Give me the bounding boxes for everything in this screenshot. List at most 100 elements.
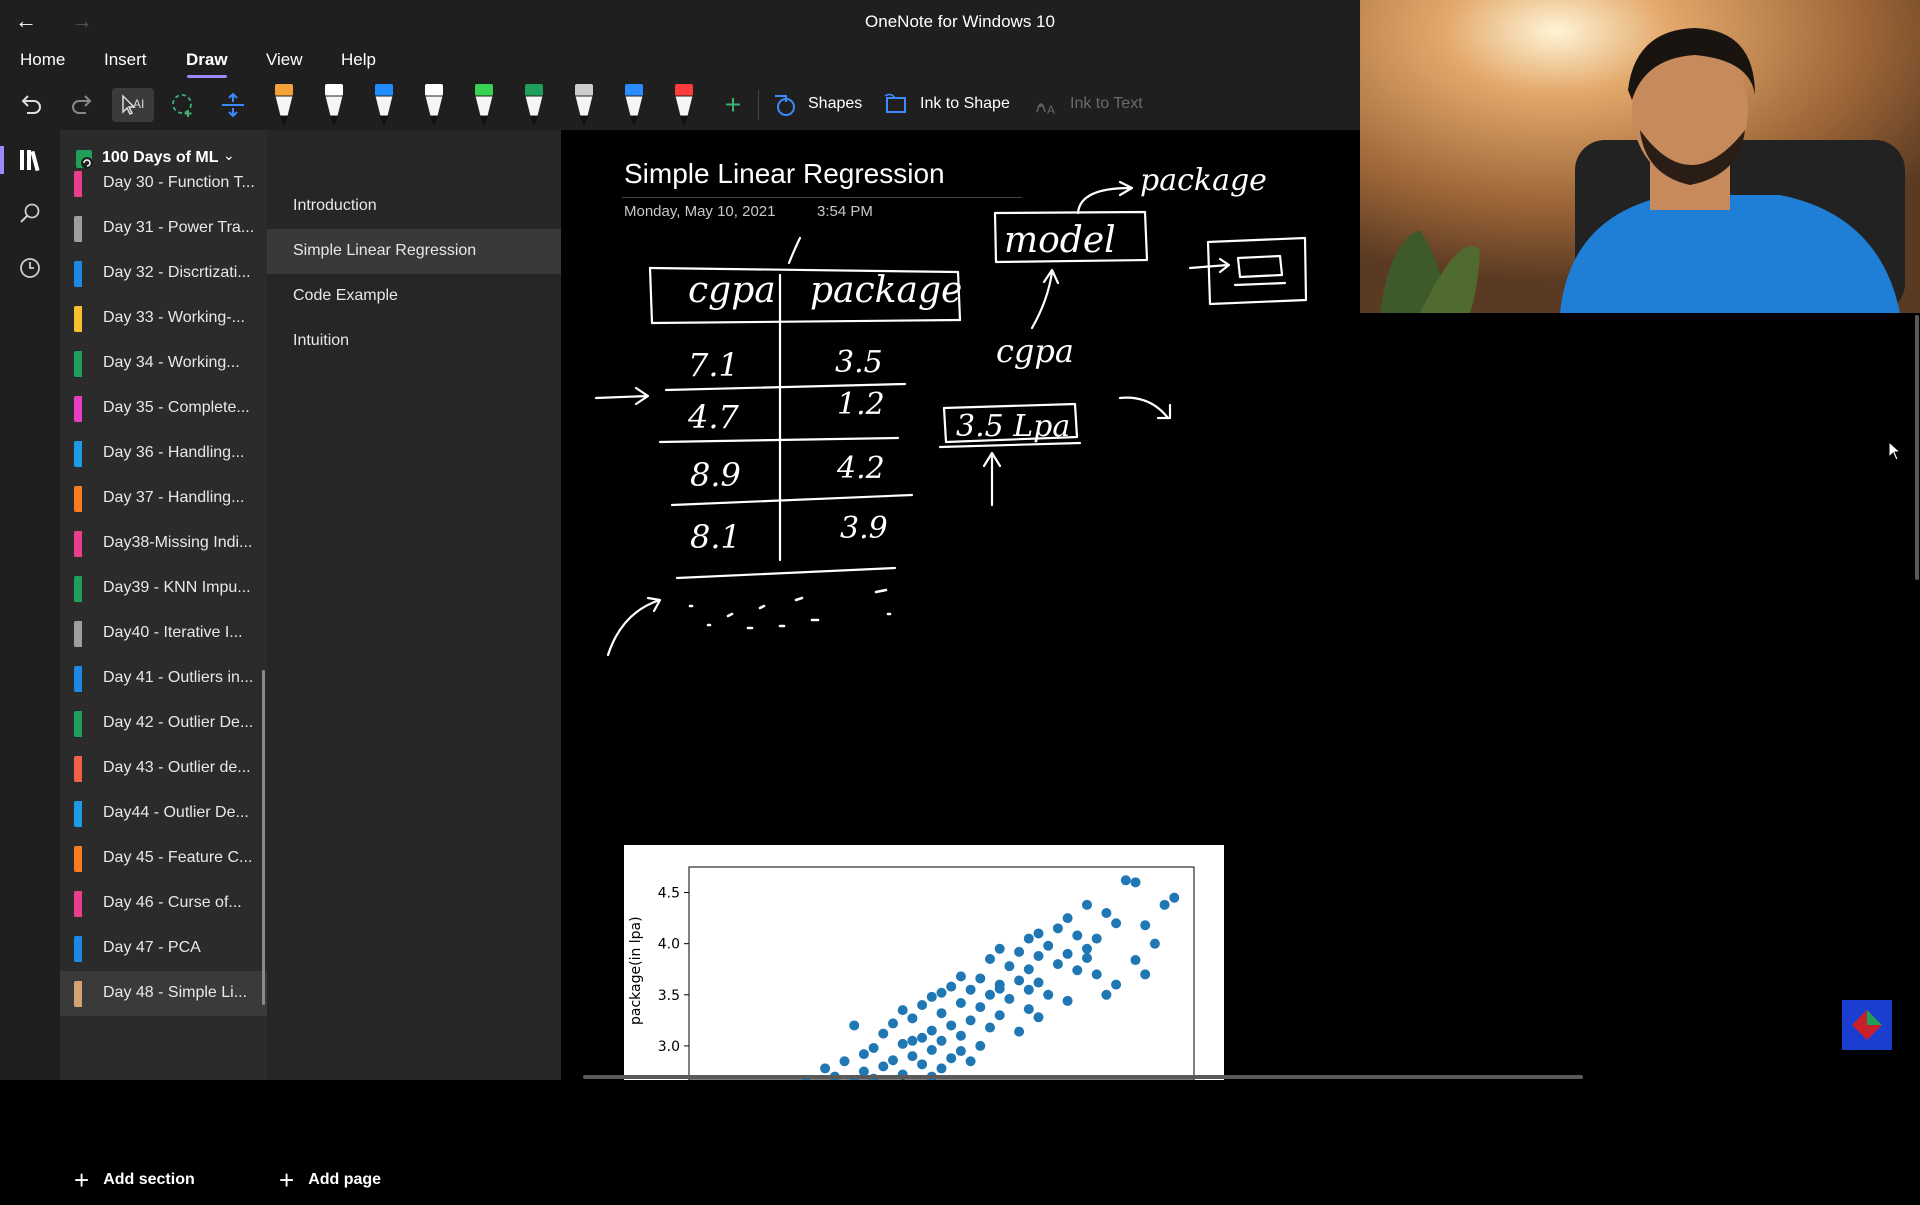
section-item[interactable]: Day 34 - Working...	[60, 341, 267, 386]
section-color-tab	[74, 486, 82, 512]
section-item[interactable]: Day 33 - Working-...	[60, 296, 267, 341]
page-time: 3:54 PM	[817, 203, 873, 220]
scatter-point	[907, 1051, 917, 1061]
scatter-point	[1101, 990, 1111, 1000]
section-item[interactable]: Day 42 - Outlier De...	[60, 701, 267, 746]
scatter-point	[1160, 900, 1170, 910]
tab-view[interactable]: View	[266, 50, 303, 70]
pen-icon[interactable]	[269, 80, 299, 128]
scatter-point	[1034, 1012, 1044, 1022]
notebooks-icon[interactable]	[14, 144, 46, 176]
add-section-button[interactable]: + Add section	[74, 1155, 195, 1205]
section-item[interactable]: Day 35 - Complete...	[60, 386, 267, 431]
ink-to-shape-icon[interactable]	[880, 88, 914, 122]
pen-icon[interactable]	[319, 80, 349, 128]
plus-icon: +	[74, 1165, 89, 1196]
section-item[interactable]: Day40 - Iterative I...	[60, 611, 267, 656]
add-pen-icon[interactable]: +	[716, 88, 750, 122]
section-item[interactable]: Day 47 - PCA	[60, 926, 267, 971]
scatter-point	[975, 1041, 985, 1051]
pen-icon[interactable]	[469, 80, 499, 128]
page-item[interactable]: Introduction	[267, 184, 561, 229]
plus-icon: +	[279, 1165, 294, 1196]
section-item[interactable]: Day44 - Outlier De...	[60, 791, 267, 836]
shapes-button[interactable]: Shapes	[808, 95, 862, 113]
lasso-select-icon[interactable]	[166, 88, 200, 122]
ink-to-shape-button[interactable]: Ink to Shape	[920, 95, 1010, 113]
scatter-point	[1072, 965, 1082, 975]
page-item[interactable]: Code Example	[267, 274, 561, 319]
scatter-point	[869, 1043, 879, 1053]
section-label: Day40 - Iterative I...	[103, 624, 243, 642]
section-label: Day39 - KNN Impu...	[103, 579, 251, 597]
scatter-point	[840, 1056, 850, 1066]
redo-icon[interactable]	[65, 88, 99, 122]
add-page-button[interactable]: + Add page	[279, 1155, 381, 1205]
pen-icon[interactable]	[519, 80, 549, 128]
scatter-point	[1072, 931, 1082, 941]
tab-help[interactable]: Help	[341, 50, 376, 70]
page-label: Code Example	[293, 287, 398, 305]
page-label: Simple Linear Regression	[293, 242, 476, 260]
section-item[interactable]: Day 41 - Outliers in...	[60, 656, 267, 701]
search-icon[interactable]	[14, 198, 46, 230]
scatter-point	[1063, 913, 1073, 923]
section-item[interactable]: Day 45 - Feature C...	[60, 836, 267, 881]
scatter-point	[1111, 980, 1121, 990]
section-color-tab	[74, 936, 82, 962]
section-color-tab	[74, 891, 82, 917]
section-item[interactable]: Day39 - KNN Impu...	[60, 566, 267, 611]
section-label: Day 36 - Handling...	[103, 444, 244, 462]
pen-icon[interactable]	[369, 80, 399, 128]
shapes-icon[interactable]	[768, 88, 802, 122]
section-label: Day 43 - Outlier de...	[103, 759, 251, 777]
section-color-tab	[74, 261, 82, 287]
scatter-point	[966, 1015, 976, 1025]
section-color-tab	[74, 441, 82, 467]
section-item[interactable]: Day 36 - Handling...	[60, 431, 267, 476]
page-title[interactable]: Simple Linear Regression	[624, 158, 945, 190]
section-item[interactable]: Day 31 - Power Tra...	[60, 206, 267, 251]
scatter-point	[956, 1031, 966, 1041]
section-label: Day 42 - Outlier De...	[103, 714, 253, 732]
section-item[interactable]: Day 37 - Handling...	[60, 476, 267, 521]
pen-icon[interactable]	[669, 80, 699, 128]
page-item[interactable]: Intuition	[267, 319, 561, 364]
webcam-overlay	[1360, 0, 1920, 313]
channel-logo-icon	[1842, 1000, 1892, 1050]
page-item[interactable]: Simple Linear Regression	[267, 229, 561, 274]
scatter-point	[1092, 969, 1102, 979]
horizontal-scrollbar[interactable]	[583, 1075, 1583, 1079]
add-space-icon[interactable]	[216, 88, 250, 122]
title-bar: ← →	[0, 0, 1360, 42]
section-color-tab	[74, 621, 82, 647]
ink-to-text-button: Ink to Text	[1070, 95, 1143, 113]
pen-icon[interactable]	[419, 80, 449, 128]
scatter-point	[956, 1046, 966, 1056]
section-label: Day 30 - Function T...	[103, 174, 255, 192]
section-item[interactable]: Day 48 - Simple Li...	[60, 971, 267, 1016]
section-item[interactable]: Day 32 - Discrtizati...	[60, 251, 267, 296]
pen-icon[interactable]	[569, 80, 599, 128]
sections-scrollbar[interactable]	[262, 670, 265, 1005]
section-item[interactable]: Day 46 - Curse of...	[60, 881, 267, 926]
tab-home[interactable]: Home	[20, 50, 65, 70]
add-page-label: Add page	[308, 1171, 381, 1189]
type-select-icon[interactable]: AI	[112, 88, 154, 122]
section-color-tab	[74, 531, 82, 557]
pen-icon[interactable]	[619, 80, 649, 128]
section-item[interactable]: Day 43 - Outlier de...	[60, 746, 267, 791]
scatter-point	[917, 1033, 927, 1043]
scatter-point	[1024, 934, 1034, 944]
section-item[interactable]: Day 30 - Function T...	[60, 161, 267, 206]
tab-draw[interactable]: Draw	[186, 50, 228, 70]
scatter-point	[898, 1039, 908, 1049]
right-scrollbar[interactable]	[1915, 315, 1919, 580]
section-label: Day 33 - Working-...	[103, 309, 245, 327]
back-arrow-icon[interactable]: ←	[6, 6, 46, 36]
recent-clock-icon[interactable]	[14, 252, 46, 284]
section-item[interactable]: Day38-Missing Indi...	[60, 521, 267, 566]
undo-icon[interactable]	[14, 88, 48, 122]
tab-insert[interactable]: Insert	[104, 50, 147, 70]
scatter-point	[985, 954, 995, 964]
